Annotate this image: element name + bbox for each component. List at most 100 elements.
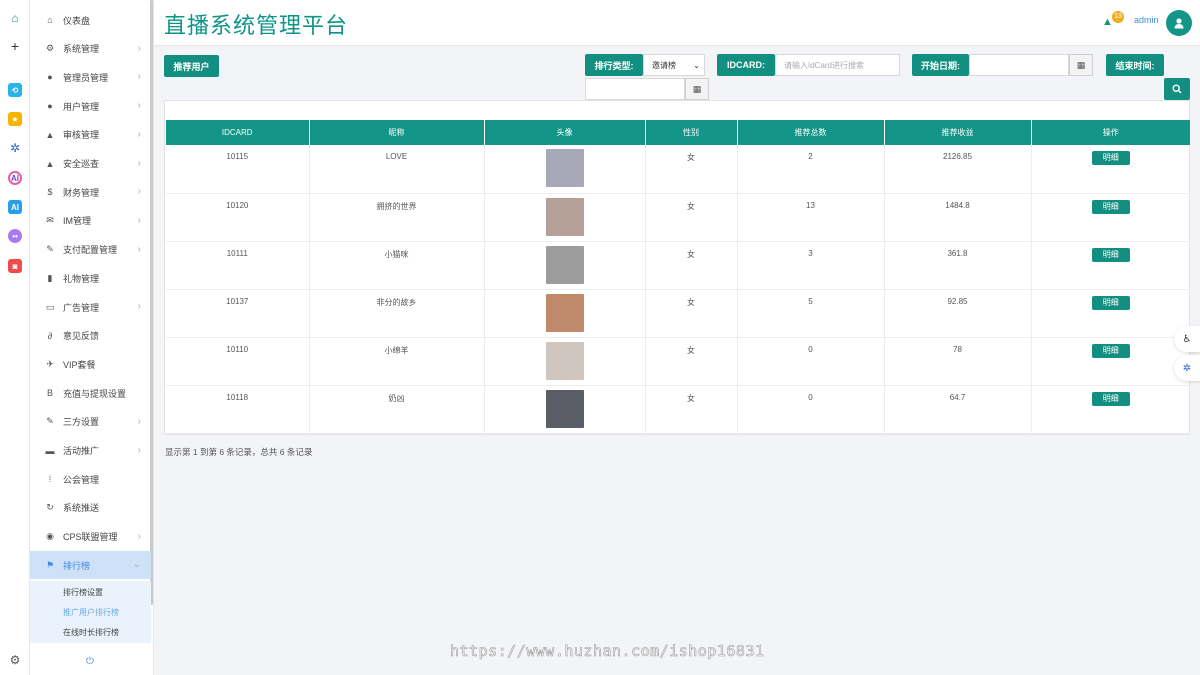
chat-app-icon[interactable]: •• — [7, 228, 23, 244]
sidebar-item-label: 支付配置管理 — [63, 245, 118, 256]
cell-gender: 女 — [645, 385, 738, 434]
network-app-icon[interactable]: ✲ — [7, 140, 23, 156]
detail-button[interactable]: 明细 — [1091, 295, 1130, 310]
calendar-icon[interactable]: ▦ — [685, 78, 709, 100]
cell-nickname: 拥挤的世界 — [309, 193, 485, 242]
admin-username[interactable]: admin — [1134, 15, 1159, 25]
chevron-right-icon: › — [137, 444, 141, 456]
wrench-icon: ✎ — [46, 416, 54, 427]
chevron-right-icon: › — [137, 243, 141, 255]
cell-total: 3 — [737, 241, 885, 290]
col-header-nickname[interactable]: 昵称 — [309, 120, 485, 145]
rank-type-label: 排行类型: — [585, 54, 643, 76]
col-header-total[interactable]: 推荐总数 — [737, 120, 885, 145]
calendar-icon[interactable]: ▦ — [1069, 54, 1093, 76]
user-avatar-thumbnail[interactable] — [545, 149, 584, 187]
sidebar-item[interactable]: ▬ 活动推广 › — [30, 437, 151, 465]
cell-nickname: 非分的故乡 — [309, 289, 485, 338]
idcard-search-input[interactable]: 请输入IdCard进行搜索 — [775, 54, 900, 76]
sidebar-item[interactable]: ⚙ 系统管理 › — [30, 35, 151, 63]
detail-button[interactable]: 明细 — [1091, 151, 1130, 165]
home-icon[interactable]: ⌂ — [7, 10, 23, 26]
cell-idcard: 10111 — [166, 241, 310, 290]
detail-button[interactable]: 明细 — [1091, 199, 1130, 214]
col-header-gender[interactable]: 性别 — [645, 120, 738, 145]
sidebar-item[interactable]: ▮ 礼物管理 — [30, 264, 151, 292]
sidebar-item[interactable]: ⌂ 仪表盘 — [30, 6, 151, 34]
search-button[interactable] — [1164, 78, 1190, 100]
col-header-income[interactable]: 推荐收益 — [884, 120, 1032, 145]
sidebar-item-label: 礼物管理 — [63, 273, 100, 284]
sidebar-item-label: 排行榜 — [63, 560, 91, 571]
sidebar-item[interactable]: ⁞ 公会管理 — [30, 465, 151, 493]
end-date-input[interactable] — [585, 78, 685, 100]
cell-income: 78 — [884, 337, 1032, 386]
settings-icon[interactable]: ⚙ — [7, 652, 23, 668]
sidebar-item[interactable]: B 充值与提现设置 — [30, 379, 151, 407]
sidebar-item-label: 仪表盘 — [63, 15, 91, 26]
cell-total: 0 — [737, 385, 885, 434]
cogs-icon: ⚙ — [45, 43, 55, 54]
sidebar-item-label: 三方设置 — [63, 417, 100, 428]
app-rail: ⌂ + ⟲ ★ ✲ AI AI •• ◙ ⚙ — [0, 0, 30, 675]
start-date-input[interactable] — [969, 54, 1069, 76]
plus-icon[interactable]: + — [7, 38, 23, 54]
cell-nickname: 奶凶 — [309, 385, 485, 434]
col-header-idcard[interactable]: IDCARD — [166, 120, 310, 145]
submenu-promo-ranking[interactable]: 推广用户排行榜 — [63, 607, 119, 618]
col-header-action: 操作 — [1031, 120, 1190, 145]
user-avatar-thumbnail[interactable] — [545, 389, 584, 428]
avatar[interactable] — [1166, 10, 1192, 36]
chevron-down-icon: ⌄ — [132, 559, 141, 571]
star-app-icon[interactable]: ★ — [7, 111, 23, 127]
sidebar-item[interactable]: ✉ IM管理 › — [30, 207, 151, 235]
cell-idcard: 10137 — [166, 289, 310, 338]
cell-action: 明细 — [1031, 145, 1190, 194]
sidebar-item[interactable]: ◉ CPS联盟管理 › — [30, 523, 151, 551]
ai-ring-app-icon[interactable]: AI — [7, 170, 23, 186]
game-app-icon[interactable]: ◙ — [7, 258, 23, 274]
sidebar-item[interactable]: ▲ 安全巡查 › — [30, 150, 151, 178]
sidebar-item-label: 用户管理 — [63, 101, 100, 112]
cell-nickname: LOVE — [309, 145, 485, 194]
sidebar-item[interactable]: ✈ VIP套餐 — [30, 350, 151, 378]
accessibility-icon[interactable]: ♿ — [1174, 326, 1200, 352]
chevron-right-icon: › — [137, 71, 141, 83]
user-avatar-thumbnail[interactable] — [545, 293, 584, 332]
cell-action: 明细 — [1031, 289, 1190, 338]
network-float-icon[interactable]: ✲ — [1174, 355, 1200, 381]
submenu-online-ranking[interactable]: 在线时长排行榜 — [63, 627, 119, 638]
sidebar-item[interactable]: ∂ 意见反馈 — [30, 322, 151, 350]
recommend-users-button[interactable]: 推荐用户 — [164, 55, 219, 77]
detail-button[interactable]: 明细 — [1091, 247, 1130, 262]
user-avatar-thumbnail[interactable] — [545, 341, 584, 380]
bitcoin-icon: B — [46, 388, 53, 399]
cell-income: 361.8 — [884, 241, 1032, 290]
sidebar-item[interactable]: ↻ 系统推送 — [30, 494, 151, 522]
detail-button[interactable]: 明细 — [1091, 343, 1130, 358]
power-icon[interactable]: ⏻ — [86, 656, 94, 667]
chevron-right-icon: › — [137, 530, 141, 542]
sidebar-item[interactable]: $ 财务管理 › — [30, 178, 151, 206]
sidebar-item[interactable]: ⚑ 排行榜 ⌄ — [30, 551, 151, 580]
cell-idcard: 10115 — [166, 145, 310, 194]
detail-button[interactable]: 明细 — [1091, 391, 1130, 406]
ai-app-icon[interactable]: AI — [7, 199, 23, 215]
sidebar-item[interactable]: ✎ 支付配置管理 › — [30, 236, 151, 264]
user-avatar-thumbnail[interactable] — [545, 197, 584, 236]
rank-type-select[interactable]: 邀请榜 ⌄ — [643, 54, 705, 76]
user-avatar-thumbnail[interactable] — [545, 245, 584, 284]
cell-idcard: 10120 — [166, 193, 310, 242]
app-icon-1[interactable]: ⟲ — [7, 82, 23, 98]
sidebar-item[interactable]: ● 用户管理 › — [30, 92, 151, 120]
col-header-avatar[interactable]: 头像 — [484, 120, 646, 145]
sidebar-item-label: IM管理 — [63, 216, 91, 227]
sidebar-item[interactable]: ▲ 审核管理 › — [30, 121, 151, 149]
page-title: 直播系统管理平台 — [164, 13, 349, 38]
sidebar-item[interactable]: ✎ 三方设置 › — [30, 408, 151, 436]
submenu-ranking-settings[interactable]: 排行榜设置 — [63, 587, 103, 598]
monitor-icon: ▭ — [45, 301, 55, 312]
sidebar-item[interactable]: ● 管理员管理 › — [30, 63, 151, 91]
sidebar-item[interactable]: ▭ 广告管理 › — [30, 293, 151, 321]
sidebar-item-label: 系统管理 — [63, 44, 100, 55]
